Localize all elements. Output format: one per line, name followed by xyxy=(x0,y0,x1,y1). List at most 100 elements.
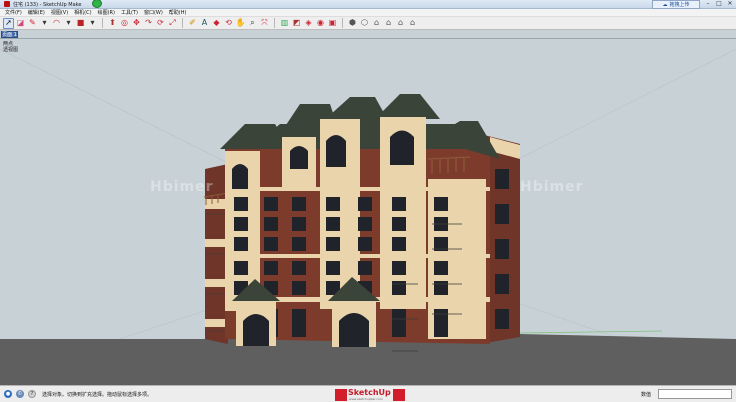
zoom-extents-icon[interactable]: ⤧ xyxy=(259,18,270,29)
window xyxy=(264,197,278,211)
measurements-input[interactable] xyxy=(658,389,732,399)
minimize-button[interactable]: – xyxy=(703,0,713,8)
right-view-icon[interactable]: ⌂ xyxy=(383,18,394,29)
window xyxy=(292,237,306,251)
cloud-sync-icon[interactable] xyxy=(92,0,102,8)
layout-icon[interactable]: ▣ xyxy=(327,18,338,29)
menu-camera[interactable]: 相机(C) xyxy=(71,9,94,16)
close-button[interactable]: ✕ xyxy=(725,0,735,8)
window xyxy=(264,217,278,231)
menu-bar: 文件(F) 编辑(E) 视图(V) 相机(C) 绘图(R) 工具(T) 窗口(W… xyxy=(0,9,736,17)
toolbar-separator xyxy=(274,18,275,28)
window xyxy=(392,217,406,231)
text-icon[interactable]: A xyxy=(199,18,210,29)
window xyxy=(358,237,372,251)
upload-label: 拖拽上传 xyxy=(669,2,690,8)
window xyxy=(234,237,248,251)
rotate-icon[interactable]: ⟳ xyxy=(155,18,166,29)
watermark-left: Hbimer xyxy=(150,179,214,195)
window xyxy=(434,281,448,295)
window xyxy=(326,261,340,275)
window xyxy=(292,281,306,295)
scale-icon[interactable]: ⤢ xyxy=(167,18,178,29)
sketchup-shop-icon[interactable]: ◉ xyxy=(315,18,326,29)
extension-warehouse-icon[interactable]: ◈ xyxy=(303,18,314,29)
sketchup-window: 住宅 (133) - SketchUp Make ☁ 拖拽上传 – □ ✕ 文件… xyxy=(0,0,736,402)
scene-tab[interactable]: 页面 1 xyxy=(1,31,18,38)
arc-icon[interactable]: ◠ xyxy=(51,18,62,29)
rectangle-icon[interactable]: ■ xyxy=(75,18,86,29)
window xyxy=(264,237,278,251)
view-labels: 两点 透视图 xyxy=(3,41,18,53)
follow-me-icon[interactable]: ↷ xyxy=(143,18,154,29)
window xyxy=(292,217,306,231)
pan-icon[interactable]: ✋ xyxy=(235,18,246,29)
credits-icon[interactable]: © xyxy=(16,390,24,398)
menu-tools[interactable]: 工具(T) xyxy=(118,9,141,16)
toolbar-separator xyxy=(102,18,103,28)
building-model xyxy=(0,48,736,385)
menu-help[interactable]: 帮助(H) xyxy=(166,9,190,16)
zoom-icon[interactable]: ⌕ xyxy=(247,18,258,29)
upload-icon: ☁ xyxy=(662,1,668,8)
window xyxy=(292,197,306,211)
3d-warehouse-icon[interactable]: ◩ xyxy=(291,18,302,29)
window xyxy=(292,309,306,337)
left-view-icon[interactable]: ⌂ xyxy=(407,18,418,29)
watermark-right: Hbimer xyxy=(520,179,584,195)
sketchup-logo: SketchUp www.sketchupbar.com xyxy=(335,388,405,402)
status-hint: 选择对象。切换到扩充选择。拖动鼠标选择多项。 xyxy=(42,391,153,398)
back-view-icon[interactable]: ⌂ xyxy=(395,18,406,29)
window xyxy=(358,197,372,211)
push-pull-icon[interactable]: ⬆ xyxy=(107,18,118,29)
window xyxy=(326,237,340,251)
select-icon[interactable]: ➚ xyxy=(3,17,14,29)
window xyxy=(392,197,406,211)
line-dropdown-icon[interactable]: ▾ xyxy=(39,18,50,29)
logo-subtext: www.sketchupbar.com xyxy=(349,397,383,401)
window xyxy=(392,261,406,275)
window xyxy=(358,261,372,275)
window xyxy=(358,217,372,231)
model-viewport[interactable]: 两点 透视图 Hbimer Hbimer xyxy=(0,38,736,385)
sketchup-app-icon xyxy=(4,1,10,7)
window xyxy=(392,237,406,251)
window xyxy=(234,261,248,275)
arc-dropdown-icon[interactable]: ▾ xyxy=(63,18,74,29)
menu-window[interactable]: 窗口(W) xyxy=(141,9,166,16)
main-toolbar: ➚ ◪ ✎ ▾ ◠ ▾ ■ ▾ ⬆ ◎ ✥ ↷ ⟳ ⤢ ✐ A ◆ ⟲ ✋ ⌕ ⤧ ▥ ◩ ◈ ◉ ▣ ⬢ ⬡ ⌂ ⌂ ⌂ ⌂ xyxy=(0,17,736,30)
offset-icon[interactable]: ◎ xyxy=(119,18,130,29)
eraser-icon[interactable]: ◪ xyxy=(15,18,26,29)
toolbar-separator xyxy=(342,18,343,28)
line-icon[interactable]: ✎ xyxy=(27,18,38,29)
components-icon[interactable]: ▥ xyxy=(279,18,290,29)
window xyxy=(326,197,340,211)
window-title: 住宅 (133) - SketchUp Make xyxy=(13,1,82,8)
window xyxy=(434,309,448,337)
tape-measure-icon[interactable]: ✐ xyxy=(187,18,198,29)
window xyxy=(434,261,448,275)
move-icon[interactable]: ✥ xyxy=(131,18,142,29)
upload-button[interactable]: ☁ 拖拽上传 xyxy=(652,0,700,9)
front-view-icon[interactable]: ⌂ xyxy=(371,18,382,29)
paint-bucket-icon[interactable]: ◆ xyxy=(211,18,222,29)
menu-draw[interactable]: 绘图(R) xyxy=(95,9,118,16)
projection-label: 透视图 xyxy=(3,47,19,53)
menu-edit[interactable]: 编辑(E) xyxy=(25,9,48,16)
iso-view-icon[interactable]: ⬢ xyxy=(347,18,358,29)
help-icon[interactable]: ? xyxy=(28,390,36,398)
logo-text: SketchUp xyxy=(348,388,391,397)
window xyxy=(234,217,248,231)
menu-file[interactable]: 文件(F) xyxy=(2,9,25,16)
window xyxy=(392,281,406,295)
geo-location-icon[interactable]: ● xyxy=(4,390,12,398)
top-view-icon[interactable]: ⬡ xyxy=(359,18,370,29)
menu-view[interactable]: 视图(V) xyxy=(48,9,71,16)
orbit-icon[interactable]: ⟲ xyxy=(223,18,234,29)
window xyxy=(234,197,248,211)
rectangle-dropdown-icon[interactable]: ▾ xyxy=(87,18,98,29)
status-bar: ● © ? 选择对象。切换到扩充选择。拖动鼠标选择多项。 SketchUp ww… xyxy=(0,385,736,402)
title-bar: 住宅 (133) - SketchUp Make ☁ 拖拽上传 – □ ✕ xyxy=(0,0,736,9)
window xyxy=(326,217,340,231)
maximize-button[interactable]: □ xyxy=(714,0,724,8)
